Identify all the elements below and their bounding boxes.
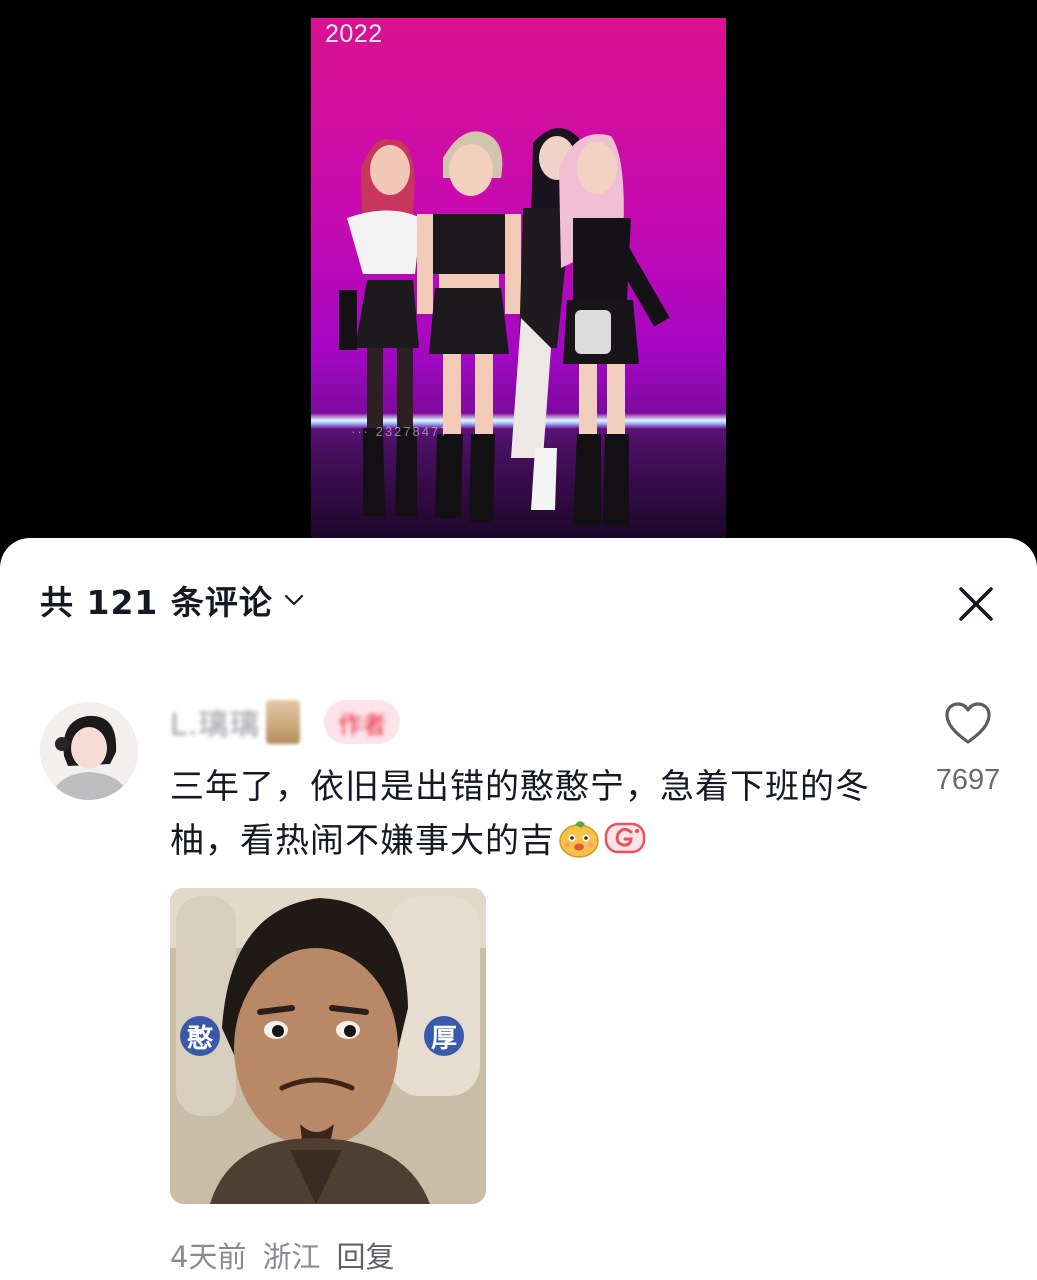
comment-time: 4天前 <box>170 1240 247 1274</box>
close-button[interactable] <box>952 580 1000 628</box>
chevron-down-icon[interactable] <box>281 587 307 613</box>
comment-count-title[interactable]: 共 121 条评论 <box>40 576 273 624</box>
comment-text-block[interactable]: 三年了，依旧是出错的憨憨宁，急着下班的冬柚，看热闹不嫌事大的吉 <box>170 760 890 868</box>
video-year-label: 2022 <box>325 20 383 48</box>
image-label-right: 厚 <box>430 1024 457 1054</box>
close-icon <box>959 587 993 621</box>
comment-text: 三年了，依旧是出错的憨憨宁，急着下班的冬柚，看热闹不嫌事大的吉 <box>170 767 870 861</box>
author-tag: 作者 <box>324 700 401 744</box>
video-player[interactable]: 2022 ··· 23278477 <box>0 0 1037 560</box>
performers-figure <box>339 128 670 526</box>
avatar[interactable] <box>40 702 138 800</box>
good-sticker-emoji <box>604 822 646 854</box>
like-button[interactable]: 7697 <box>930 702 1006 797</box>
video-watermark: ··· 23278477 <box>351 424 450 439</box>
username[interactable]: L.璃璃 <box>170 700 260 744</box>
comments-header[interactable]: 共 121 条评论 <box>40 578 307 622</box>
comment-location: 浙江 <box>262 1240 321 1274</box>
orange-face-emoji <box>559 821 599 858</box>
comment-meta-row: 4天前 浙江 回复 <box>170 1234 394 1276</box>
comment-image[interactable]: 憨 厚 <box>170 888 486 1204</box>
heart-icon[interactable] <box>944 702 992 746</box>
video-frame[interactable]: 2022 ··· 23278477 <box>311 18 726 558</box>
comments-sheet: 共 121 条评论 L.璃璃 作者 三年了，依旧是出错的憨憨宁，急着下班的冬柚，… <box>0 538 1037 1280</box>
author-tag-label: 作者 <box>338 710 387 739</box>
reply-button[interactable]: 回复 <box>336 1234 394 1276</box>
image-label-left: 憨 <box>186 1024 213 1054</box>
user-level-badge <box>266 700 301 744</box>
comment-user-row: L.璃璃 作者 <box>170 698 401 746</box>
like-count: 7697 <box>935 764 1001 796</box>
